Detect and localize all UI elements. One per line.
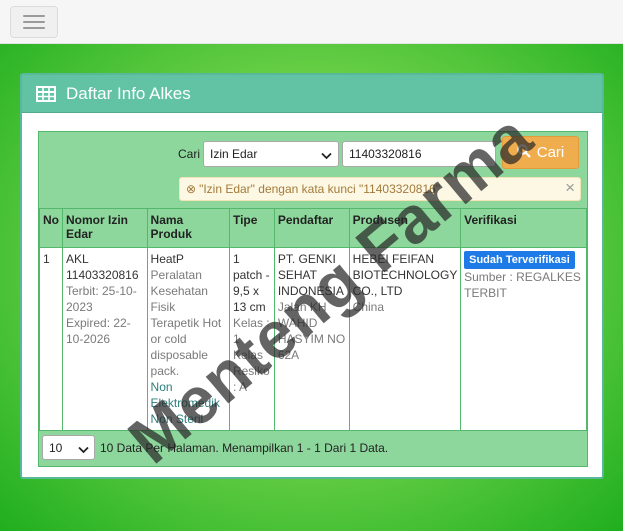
verified-badge[interactable]: Sudah Terverifikasi [464,251,575,269]
manufacturer-country: China [352,300,385,314]
close-icon[interactable]: × [565,178,575,198]
col-header-tipe: Tipe [228,208,275,248]
top-navbar [0,0,623,44]
product-variant: 1 patch - 9,5 x 13 cm [232,252,270,314]
cell-tipe: 1 patch - 9,5 x 13 cm Kelas : 1 Kelas Re… [228,247,275,431]
pagination-bar: 10 10 Data Per Halaman. Menampilkan 1 - … [39,430,587,466]
search-icon [517,143,531,162]
product-class: Kelas : 1 [232,316,270,346]
panel-header: Daftar Info Alkes [22,75,602,113]
search-field-select[interactable]: Izin Edar [203,141,339,167]
verification-source: Sumber : REGALKES TERBIT [464,270,581,300]
col-header-nama-produk: Nama Produk [146,208,230,248]
search-bar: Cari Izin Edar 11403320816 Cari [39,132,587,174]
pagination-info: 10 Data Per Halaman. Menampilkan 1 - 1 D… [100,441,389,455]
search-button[interactable]: Cari [502,136,579,169]
col-header-pendaftar: Pendaftar [273,208,350,248]
registrant-address: Jalan KH WAHID HASYIM NO 62A [277,300,346,362]
cell-produsen: HEBEI FEIFAN BIOTECHNOLOGY CO., LTD Chin… [348,247,462,431]
panel-title: Daftar Info Alkes [66,83,191,103]
alert-text: "Izin Edar" dengan kata kunci "114033208… [199,182,441,196]
cell-nomor-izin-edar: AKL 11403320816 Terbit: 25-10-2023 Expir… [62,247,148,431]
col-header-nomor-izin-edar: Nomor Izin Edar [62,208,148,248]
chevron-down-icon [78,443,89,457]
results-table: No Nomor Izin Edar Nama Produk Tipe Pend… [39,208,587,431]
col-header-verifikasi: Verifikasi [460,208,587,248]
search-label: Cari [178,147,201,161]
col-header-no: No [39,208,63,248]
product-type-label: Non Elektromedik Non Steril [150,380,220,426]
product-name: HeatP [150,252,184,266]
product-category: Peralatan Kesehatan Fisik Terapetik Hot … [150,268,222,378]
menu-toggle-button[interactable] [10,6,58,38]
times-circle-icon: ⊗ [186,182,197,196]
menu-icon [23,15,45,17]
cell-pendaftar: PT. GENKI SEHAT INDONESIA Jalan KH WAHID… [273,247,350,431]
registrant-name: PT. GENKI SEHAT INDONESIA [277,252,344,298]
search-keyword-input[interactable]: 11403320816 [342,141,496,167]
table-icon [36,85,56,102]
search-results-container: Cari Izin Edar 11403320816 Cari ⊗ "Izin E… [38,131,588,467]
table-header-row: No Nomor Izin Edar Nama Produk Tipe Pend… [39,208,587,248]
table-row: 1 AKL 11403320816 Terbit: 25-10-2023 Exp… [39,247,587,431]
risk-class: Kelas Resiko : A [232,348,270,394]
info-alkes-panel: Daftar Info Alkes Cari Izin Edar 1140332… [20,73,604,479]
cell-no: 1 [39,247,63,431]
manufacturer-name: HEBEI FEIFAN BIOTECHNOLOGY CO., LTD [352,252,458,298]
chevron-down-icon [321,149,332,163]
per-page-select[interactable]: 10 [42,435,95,460]
cell-verifikasi: Sudah Terverifikasi Sumber : REGALKES TE… [460,247,587,431]
cell-nama-produk: HeatP Peralatan Kesehatan Fisik Terapeti… [146,247,230,431]
search-filter-alert: ⊗ "Izin Edar" dengan kata kunci "11403320… [179,177,581,201]
expired-date: Expired: 22-10-2026 [66,316,131,346]
terbit-date: Terbit: 25-10-2023 [66,284,137,314]
izin-number: AKL 11403320816 [66,252,139,282]
col-header-produsen: Produsen [348,208,462,248]
